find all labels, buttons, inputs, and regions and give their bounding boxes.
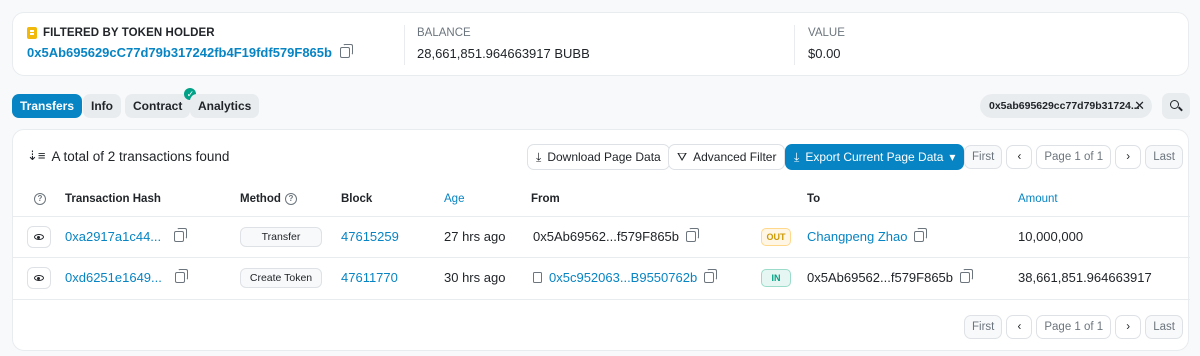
table-row-hash: 0xa2917a1c44... — [65, 228, 188, 244]
next-page-button[interactable]: › — [1115, 315, 1142, 339]
col-age[interactable]: Age — [444, 193, 464, 205]
copy-icon[interactable] — [174, 228, 188, 242]
direction-badge: OUT — [761, 228, 791, 246]
holder-section: FILTERED BY TOKEN HOLDER 0x5Ab695629cC77… — [27, 27, 353, 60]
copy-icon[interactable] — [174, 269, 188, 283]
to-cell: Changpeng Zhao — [807, 228, 928, 244]
divider — [404, 25, 405, 65]
prev-page-button[interactable]: ‹ — [1006, 145, 1033, 169]
col-method: Method ? — [240, 193, 297, 205]
eye-icon — [34, 234, 44, 240]
table-row-hash: 0xd6251e1649... — [65, 269, 188, 285]
copy-icon[interactable] — [686, 228, 700, 242]
copy-icon[interactable] — [339, 44, 353, 58]
from-address: 0x5Ab69562...f579F865b — [533, 229, 680, 244]
col-method-label: Method — [240, 193, 281, 205]
divider — [794, 25, 795, 65]
export-label: Export Current Page Data — [805, 150, 944, 164]
eye-icon — [34, 275, 44, 281]
tab-transfers[interactable]: Transfers — [12, 94, 83, 118]
address-filter-chip[interactable]: 0x5ab695629cc77d79b31724... ✕ — [980, 94, 1152, 118]
direction-badge: IN — [761, 269, 791, 287]
holder-title: FILTERED BY TOKEN HOLDER — [27, 27, 350, 39]
download-icon: ⤓ — [536, 149, 542, 164]
method-badge: Create Token — [240, 268, 322, 288]
info-icon[interactable]: ? — [34, 193, 46, 205]
first-page-button[interactable]: First — [964, 145, 1003, 169]
tab-analytics[interactable]: Analytics — [190, 94, 260, 118]
view-details-button[interactable] — [27, 267, 51, 289]
amount-value: 10,000,000 — [1018, 229, 1084, 244]
holder-title-text: FILTERED BY TOKEN HOLDER — [43, 27, 215, 39]
tab-contract[interactable]: Contract ✓ — [125, 88, 197, 118]
method-badge: Transfer — [240, 227, 322, 247]
tx-hash-link[interactable]: 0xa2917a1c44... — [65, 229, 161, 244]
advanced-filter-button[interactable]: ⛛ Advanced Filter — [668, 144, 786, 170]
col-block: Block — [341, 193, 373, 205]
col-to: To — [807, 193, 821, 205]
chevron-down-icon: ▾ — [949, 150, 956, 164]
advanced-filter-label: Advanced Filter — [693, 150, 777, 164]
col-from: From — [531, 193, 560, 205]
from-address-link[interactable]: 0x5c952063...B9550762b — [549, 270, 697, 285]
divider — [13, 299, 1190, 300]
first-page-button[interactable]: First — [964, 315, 1003, 339]
last-page-button[interactable]: Last — [1145, 145, 1183, 169]
from-cell: 0x5c952063...B9550762b — [533, 269, 718, 285]
last-page-button[interactable]: Last — [1145, 315, 1183, 339]
balance-label: BALANCE — [417, 27, 471, 39]
token-badge-icon — [27, 27, 37, 39]
search-button[interactable] — [1162, 93, 1190, 119]
amount-value: 38,661,851.964663917 — [1018, 270, 1152, 285]
value-stat: VALUE $0.00 — [808, 27, 845, 61]
block-link[interactable]: 47611770 — [341, 270, 398, 285]
next-page-button[interactable]: › — [1115, 145, 1142, 169]
tab-info[interactable]: Info — [83, 94, 121, 118]
col-transaction-hash: Transaction Hash — [65, 193, 161, 205]
contract-doc-icon — [533, 272, 542, 283]
to-address: 0x5Ab69562...f579F865b — [807, 270, 954, 285]
pagination-top: First ‹ Page 1 of 1 › Last — [964, 145, 1183, 169]
value-label: VALUE — [808, 27, 845, 39]
divider — [13, 216, 1190, 217]
block-link[interactable]: 47615259 — [341, 229, 399, 244]
prev-page-button[interactable]: ‹ — [1006, 315, 1033, 339]
filter-chip-text: 0x5ab695629cc77d79b31724... — [989, 100, 1140, 112]
page-indicator: Page 1 of 1 — [1036, 315, 1112, 339]
view-details-button[interactable] — [27, 226, 51, 248]
token-holder-card: FILTERED BY TOKEN HOLDER 0x5Ab695629cC77… — [12, 12, 1189, 76]
copy-icon[interactable] — [914, 228, 928, 242]
close-icon[interactable]: ✕ — [1134, 94, 1145, 118]
filter-icon: ⛛ — [677, 149, 688, 164]
holder-address[interactable]: 0x5Ab695629cC77d79b317242fb4F19fdf579F86… — [27, 45, 332, 60]
copy-icon[interactable] — [960, 269, 974, 283]
to-address-link[interactable]: Changpeng Zhao — [807, 229, 907, 244]
divider — [13, 257, 1190, 258]
balance-stat: BALANCE 28,661,851.964663917 BUBB — [417, 27, 590, 61]
to-cell: 0x5Ab69562...f579F865b — [807, 269, 974, 285]
download-page-data-button[interactable]: ⤓ Download Page Data — [527, 144, 670, 170]
search-icon — [1170, 100, 1179, 109]
tx-hash-link[interactable]: 0xd6251e1649... — [65, 270, 162, 285]
age-value: 30 hrs ago — [444, 270, 506, 285]
pagination-bottom: First ‹ Page 1 of 1 › Last — [964, 315, 1183, 339]
summary: ⇣≡ A total of 2 transactions found — [27, 148, 229, 164]
transfers-card: ⇣≡ A total of 2 transactions found ⤓ Dow… — [12, 129, 1190, 351]
copy-icon[interactable] — [704, 269, 718, 283]
balance-value: 28,661,851.964663917 BUBB — [417, 46, 590, 61]
from-cell: 0x5Ab69562...f579F865b — [533, 228, 700, 244]
summary-text: A total of 2 transactions found — [51, 148, 230, 164]
holder-address-row: 0x5Ab695629cC77d79b317242fb4F19fdf579F86… — [27, 44, 353, 60]
tab-contract-label: Contract — [133, 99, 183, 113]
help-icon[interactable]: ? — [284, 193, 297, 205]
page-indicator: Page 1 of 1 — [1036, 145, 1112, 169]
sort-icon[interactable]: ⇣≡ — [27, 148, 45, 164]
age-value: 27 hrs ago — [444, 229, 506, 244]
value-amount: $0.00 — [808, 46, 841, 61]
download-label: Download Page Data — [547, 150, 661, 164]
col-amount[interactable]: Amount — [1018, 193, 1058, 205]
download-icon: ⤓ — [794, 149, 800, 164]
export-button[interactable]: ⤓ Export Current Page Data ▾ — [785, 144, 965, 170]
